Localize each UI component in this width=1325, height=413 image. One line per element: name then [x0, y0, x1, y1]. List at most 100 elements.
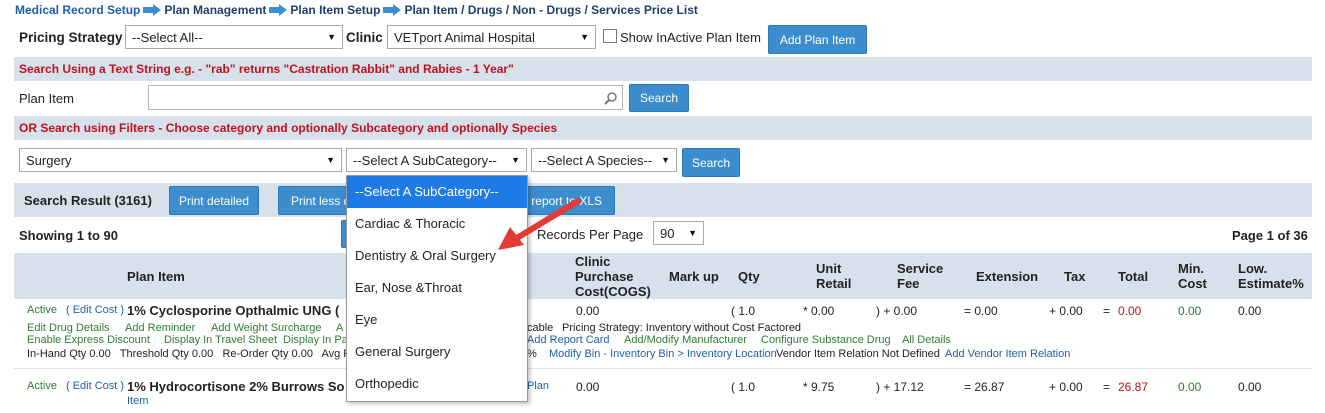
records-per-page-value: 90 [660, 225, 675, 241]
print-detailed-button[interactable]: Print detailed [169, 186, 259, 215]
all-details-link[interactable]: All Details [902, 334, 951, 346]
row1-min-cost: 0.00 [1178, 304, 1202, 318]
add-report-card-link[interactable]: Add Report Card [527, 334, 610, 346]
category-value: Surgery [26, 152, 72, 168]
red-arrow-icon [498, 198, 581, 250]
row1-unit-retail: * 0.00 [803, 304, 835, 318]
row1-pricing-strategy: Pricing Strategy: Inventory without Cost… [562, 322, 802, 334]
breadcrumb-plan-item-setup[interactable]: Plan Item Setup [290, 3, 380, 17]
row2-qty: ( 1.0 [731, 380, 756, 394]
filter-search-band: OR Search using Filters - Choose categor… [14, 116, 1312, 140]
subcategory-value: --Select A SubCategory-- [353, 152, 497, 168]
chevron-down-icon: ▼ [326, 155, 335, 165]
category-select[interactable]: Surgery ▼ [19, 148, 342, 172]
add-vendor-relation-link[interactable]: Add Vendor Item Relation [945, 348, 1070, 360]
modify-bin-link[interactable]: Modify Bin - Inventory Bin > Inventory L… [549, 348, 777, 360]
species-value: --Select A Species-- [538, 152, 653, 168]
search-result-title: Search Result (3161) [24, 193, 152, 208]
row1-service-fee: ) + 0.00 [876, 304, 918, 318]
col-min-cost: Min. Cost [1178, 261, 1207, 291]
search-icon[interactable] [604, 91, 618, 105]
breadcrumb: Medical Record Setup Plan Management Pla… [15, 3, 698, 17]
row2-edit-cost-link[interactable]: ( Edit Cost ) [66, 380, 124, 392]
col-extension: Extension [976, 269, 1039, 284]
row2-low-estimate: 0.00 [1238, 380, 1262, 394]
row1-link-truncated[interactable]: A [336, 322, 343, 334]
add-weight-surcharge-link[interactable]: Add Weight Surcharge [211, 322, 321, 334]
subcategory-select[interactable]: --Select A SubCategory-- ▼ [346, 148, 527, 172]
row-divider [14, 368, 1312, 369]
row1-tax: + 0.00 [1049, 304, 1083, 318]
col-markup: Mark up [669, 269, 719, 284]
page-info: Page 1 of 36 [1232, 228, 1308, 243]
edit-drug-details-link[interactable]: Edit Drug Details [27, 322, 110, 334]
display-travel-sheet-link[interactable]: Display In Travel Sheet [164, 334, 277, 346]
chevron-down-icon: ▼ [511, 155, 520, 165]
row1-total: 0.00 [1118, 304, 1142, 318]
chevron-down-icon: ▼ [580, 32, 589, 42]
chevron-down-icon: ▼ [327, 32, 336, 42]
clinic-select[interactable]: VETport Animal Hospital ▼ [387, 25, 596, 49]
row1-edit-cost-link[interactable]: ( Edit Cost ) [66, 304, 124, 316]
subcategory-option[interactable]: Eye [347, 304, 527, 336]
add-reminder-link[interactable]: Add Reminder [125, 322, 195, 334]
vendor-relation-status: Vendor Item Relation Not Defined [776, 348, 940, 360]
subcategory-option[interactable]: General Surgery [347, 336, 527, 368]
add-modify-manufacturer-link[interactable]: Add/Modify Manufacturer [624, 334, 747, 346]
row2-plan-link[interactable]: Plan [527, 380, 549, 392]
row2-min-cost: 0.00 [1178, 380, 1202, 394]
col-cogs: Clinic Purchase Cost(COGS) [575, 254, 651, 299]
chevron-down-icon: ▼ [661, 155, 670, 165]
add-plan-item-button[interactable]: Add Plan Item [768, 25, 867, 54]
row1-qty: ( 1.0 [731, 304, 756, 318]
col-total: Total [1118, 269, 1149, 284]
display-in-link[interactable]: Display In Pa [283, 334, 348, 346]
show-inactive-checkbox[interactable] [603, 29, 617, 43]
row2-service-fee: ) + 17.12 [876, 380, 924, 394]
row2-unit-retail: * 9.75 [803, 380, 835, 394]
row2-cogs: 0.00 [576, 380, 600, 394]
arrow-right-icon [383, 4, 402, 16]
row1-name: 1% Cyclosporine Opthalmic UNG ( [127, 303, 340, 318]
records-per-page-select[interactable]: 90 ▼ [653, 221, 704, 245]
row1-cogs: 0.00 [576, 304, 600, 318]
pricing-strategy-select[interactable]: --Select All-- ▼ [125, 25, 343, 49]
chevron-down-icon: ▼ [688, 228, 697, 238]
filter-search-hint: OR Search using Filters - Choose categor… [19, 121, 558, 135]
showing-range: Showing 1 to 90 [19, 228, 118, 243]
row2-total: 26.87 [1118, 380, 1149, 394]
col-low-estimate: Low. Estimate% [1238, 261, 1304, 291]
row2-name: 1% Hydrocortisone 2% Burrows So [127, 379, 345, 394]
row2-item-link[interactable]: Item [127, 395, 148, 407]
row1-percent: % [527, 348, 537, 360]
text-search-hint: Search Using a Text String e.g. - "rab" … [19, 62, 514, 76]
clinic-value: VETport Animal Hospital [394, 29, 535, 45]
col-unit-retail: Unit Retail [816, 261, 852, 291]
configure-substance-drug-link[interactable]: Configure Substance Drug [761, 334, 891, 346]
filter-search-button[interactable]: Search [682, 148, 740, 177]
row1-taxable: cable [527, 322, 554, 334]
subcategory-option[interactable]: Orthopedic [347, 368, 527, 400]
breadcrumb-current: Plan Item / Drugs / Non - Drugs / Servic… [404, 3, 698, 17]
pricing-strategy-value: --Select All-- [132, 29, 203, 45]
row2-tax: + 0.00 [1049, 380, 1083, 394]
row1-stock-info: In-Hand Qty 0.00 Threshold Qty 0.00 Re-O… [27, 348, 367, 360]
col-tax: Tax [1064, 269, 1086, 284]
col-service-fee: Service Fee [897, 261, 944, 291]
enable-express-discount-link[interactable]: Enable Express Discount [27, 334, 150, 346]
plan-item-search-button[interactable]: Search [629, 84, 689, 112]
row2-status: Active [27, 380, 57, 392]
col-qty: Qty [738, 269, 760, 284]
subcategory-option[interactable]: Ear, Nose &Throat [347, 272, 527, 304]
show-inactive-label: Show InActive Plan Item [620, 30, 761, 45]
plan-item-input[interactable] [148, 85, 623, 110]
row2-extension: = 26.87 [964, 380, 1005, 394]
breadcrumb-medical-record-setup[interactable]: Medical Record Setup [15, 3, 140, 17]
species-select[interactable]: --Select A Species-- ▼ [531, 148, 677, 172]
row1-extension: = 0.00 [964, 304, 998, 318]
arrow-right-icon [143, 4, 162, 16]
pricing-strategy-label: Pricing Strategy [19, 30, 123, 45]
row1-low-estimate: 0.00 [1238, 304, 1262, 318]
col-plan-item: Plan Item [127, 269, 185, 284]
breadcrumb-plan-management[interactable]: Plan Management [164, 3, 266, 17]
